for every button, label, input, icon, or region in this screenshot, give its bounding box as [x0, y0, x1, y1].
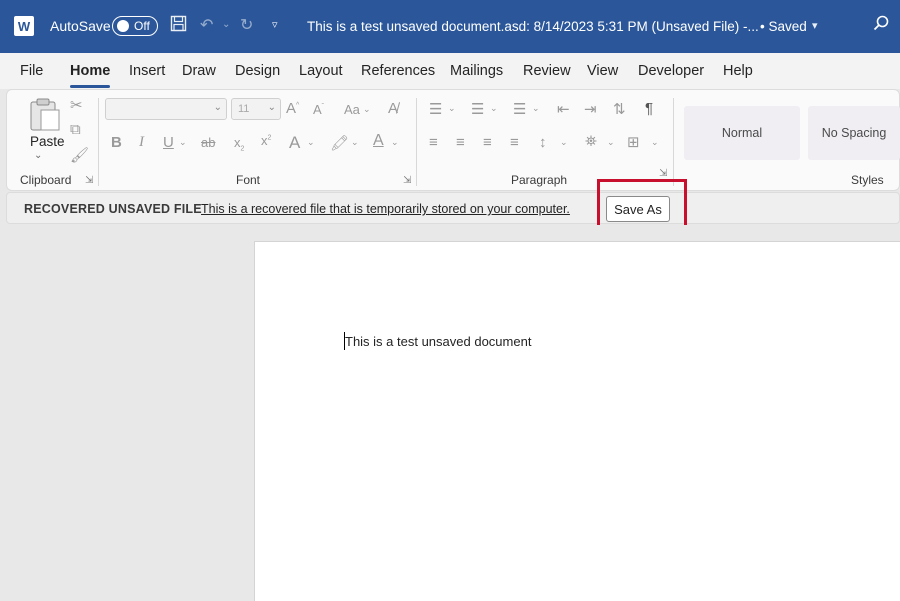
italic-icon[interactable]: I — [139, 134, 144, 151]
word-logo-icon: W — [14, 16, 34, 36]
font-group-label: Font — [236, 173, 261, 187]
font-size-combo[interactable]: 11 ⌄ — [231, 98, 281, 120]
chevron-down-icon: ⌄ — [213, 102, 222, 113]
infobar-title: RECOVERED UNSAVED FILE — [24, 202, 202, 216]
multilevel-list-icon[interactable]: ☰ — [513, 100, 526, 118]
tab-help[interactable]: Help — [723, 63, 753, 79]
font-name-combo[interactable]: ⌄ — [105, 98, 227, 120]
group-divider — [416, 98, 417, 186]
highlight-box — [597, 179, 687, 231]
styles-group-label: Styles — [851, 173, 884, 187]
chevron-down-icon[interactable]: ⌄ — [391, 137, 399, 148]
chevron-down-icon[interactable]: ⌄ — [363, 104, 371, 115]
toggle-knob — [117, 20, 129, 32]
redo-icon[interactable]: ↻ — [240, 15, 253, 35]
show-formatting-icon[interactable]: ¶ — [645, 100, 653, 117]
font-launcher-icon[interactable]: ⇲ — [403, 175, 411, 186]
subscript-icon[interactable]: x2 — [234, 135, 244, 153]
document-body-text[interactable]: This is a test unsaved document — [345, 334, 531, 349]
grow-font-icon[interactable]: A^ — [286, 100, 299, 117]
group-divider — [98, 98, 99, 186]
paragraph-launcher-icon[interactable]: ⇲ — [659, 168, 667, 179]
chevron-down-icon[interactable]: ⌄ — [490, 103, 498, 114]
chevron-down-icon[interactable]: ⌄ — [448, 103, 456, 114]
tab-mailings[interactable]: Mailings — [450, 63, 503, 79]
clipboard-launcher-icon[interactable]: ⇲ — [85, 175, 93, 186]
infobar-message-link[interactable]: This is a recovered file that is tempora… — [201, 202, 570, 216]
text-effects-icon[interactable]: A — [289, 133, 300, 153]
shading-icon[interactable]: ⛯ — [585, 133, 597, 150]
customize-toolbar-icon[interactable]: ▿ — [272, 18, 278, 31]
tab-developer[interactable]: Developer — [638, 63, 704, 79]
bold-icon[interactable]: B — [111, 134, 122, 151]
font-size-value: 11 — [238, 103, 250, 115]
align-right-icon[interactable]: ≡ — [483, 134, 492, 151]
increase-indent-icon[interactable]: ⇥ — [584, 100, 597, 118]
chevron-down-icon[interactable]: ⌄ — [532, 103, 540, 114]
title-bar: W AutoSave Off ↶ ⌄ ↻ ▿ This is a test un… — [0, 0, 900, 53]
document-title: This is a test unsaved document.asd: 8/1… — [307, 19, 759, 34]
format-painter-icon[interactable]: 🖌 — [70, 146, 89, 164]
tab-home[interactable]: Home — [70, 63, 110, 79]
autosave-label: AutoSave — [50, 18, 111, 34]
chevron-down-icon[interactable]: ⌄ — [179, 137, 187, 148]
line-spacing-icon[interactable]: ↕ — [539, 134, 547, 151]
tab-references[interactable]: References — [361, 63, 435, 79]
borders-icon[interactable]: ⊞ — [627, 133, 640, 151]
tab-draw[interactable]: Draw — [182, 63, 216, 79]
tab-review[interactable]: Review — [523, 63, 571, 79]
numbering-icon[interactable]: ☰ — [471, 100, 484, 118]
chevron-down-icon[interactable]: ⌄ — [307, 137, 315, 148]
sort-icon[interactable]: ⇅ — [613, 100, 626, 118]
chevron-down-icon[interactable]: ⌄ — [351, 137, 359, 148]
save-icon[interactable] — [170, 15, 187, 37]
tab-insert[interactable]: Insert — [129, 63, 165, 79]
underline-icon[interactable]: U — [163, 134, 174, 151]
undo-icon[interactable]: ↶ — [200, 15, 213, 35]
tab-design[interactable]: Design — [235, 63, 280, 79]
style-normal[interactable]: Normal — [684, 106, 800, 160]
recovered-file-infobar: RECOVERED UNSAVED FILE This is a recover… — [6, 192, 900, 224]
decrease-indent-icon[interactable]: ⇤ — [557, 100, 570, 118]
document-canvas: This is a test unsaved document — [0, 225, 900, 601]
strikethrough-icon[interactable]: ab — [201, 135, 215, 150]
chevron-down-icon: ⌄ — [267, 102, 276, 113]
saved-status[interactable]: • Saved — [760, 19, 807, 34]
style-no-spacing[interactable]: No Spacing — [808, 106, 900, 160]
ribbon-tabs: File Home Insert Draw Design Layout Refe… — [0, 53, 900, 89]
active-tab-indicator — [70, 85, 110, 88]
align-center-icon[interactable]: ≡ — [456, 134, 465, 151]
clipboard-group-label: Clipboard — [20, 173, 72, 187]
autosave-toggle[interactable]: Off — [112, 16, 158, 36]
highlight-color-icon[interactable]: 🖍 — [330, 134, 349, 152]
search-icon[interactable] — [873, 15, 889, 36]
paste-button[interactable]: Paste — [30, 134, 65, 149]
align-left-icon[interactable]: ≡ — [429, 134, 438, 151]
paragraph-group-label: Paragraph — [511, 173, 568, 187]
saved-dropdown-icon[interactable]: ▾ — [812, 19, 818, 32]
copy-icon[interactable]: ⧉ — [70, 121, 81, 138]
autosave-state: Off — [134, 19, 150, 33]
tab-layout[interactable]: Layout — [299, 63, 343, 79]
ribbon: Paste ⌄ ✂ ⧉ 🖌 Clipboard ⇲ ⌄ 11 ⌄ A^ Aˇ A… — [6, 89, 900, 191]
superscript-icon[interactable]: x2 — [261, 133, 271, 148]
chevron-down-icon[interactable]: ⌄ — [607, 137, 615, 148]
tab-view[interactable]: View — [587, 63, 618, 79]
chevron-down-icon[interactable]: ⌄ — [560, 137, 568, 148]
shrink-font-icon[interactable]: Aˇ — [313, 102, 324, 117]
bullets-icon[interactable]: ☰ — [429, 100, 442, 118]
document-page[interactable]: This is a test unsaved document — [254, 241, 900, 601]
chevron-down-icon[interactable]: ⌄ — [651, 137, 659, 148]
change-case-icon[interactable]: Aa — [344, 102, 360, 117]
paste-icon[interactable] — [25, 98, 63, 132]
undo-dropdown-icon[interactable]: ⌄ — [222, 19, 230, 30]
paste-dropdown-icon[interactable]: ⌄ — [34, 150, 42, 161]
clear-formatting-icon[interactable]: A̸ — [388, 100, 398, 117]
font-color-icon[interactable]: A — [373, 132, 384, 150]
cut-icon[interactable]: ✂ — [70, 96, 83, 114]
group-divider — [673, 98, 674, 186]
tab-file[interactable]: File — [20, 63, 43, 79]
justify-icon[interactable]: ≡ — [510, 134, 519, 151]
